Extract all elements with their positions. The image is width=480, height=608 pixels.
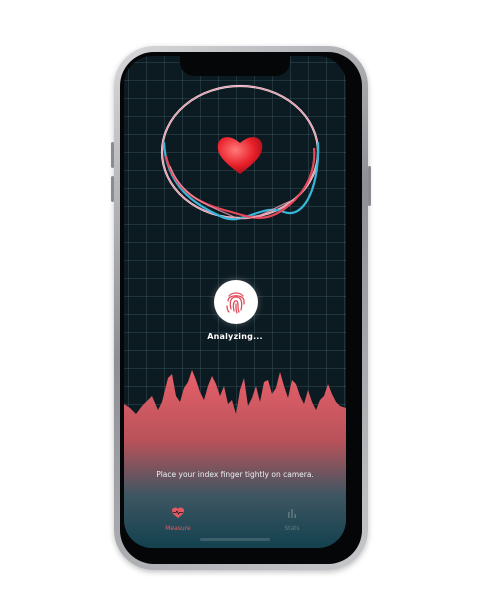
heartbeat-rings [160,84,320,221]
app-screen: Analyzing... Place your index finger tig… [124,56,346,548]
tab-stats-label: Stats [284,525,300,532]
phone-frame: Analyzing... Place your index finger tig… [111,46,371,570]
volume-button [111,142,114,168]
heart-pulse-icon [172,507,184,518]
instruction-text: Place your index finger tightly on camer… [156,470,314,479]
tab-measure[interactable]: Measure [138,504,218,532]
bar-chart-icon [288,509,296,518]
fingerprint-button[interactable] [214,280,258,324]
phone-notch [180,56,290,76]
volume-button [111,176,114,202]
home-indicator [200,538,270,541]
analyzing-status: Analyzing... [207,332,263,341]
power-button [368,166,371,206]
fingerprint-icon [226,292,245,314]
tab-measure-label: Measure [165,525,191,532]
tab-stats[interactable]: Stats [252,504,332,532]
heart-icon [217,137,263,174]
